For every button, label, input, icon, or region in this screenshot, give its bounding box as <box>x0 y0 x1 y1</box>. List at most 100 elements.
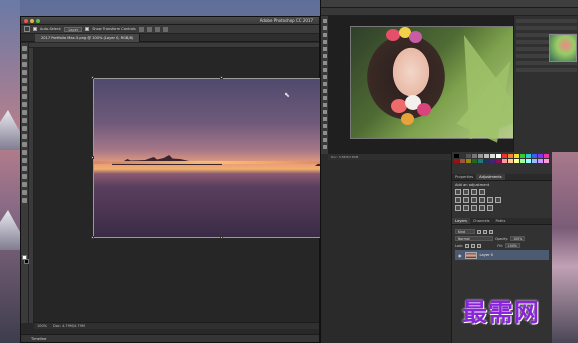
history-brush-tool-icon[interactable] <box>22 118 27 123</box>
color-swatch[interactable] <box>538 154 543 158</box>
portrait-photo[interactable] <box>350 26 520 139</box>
selective-color-icon[interactable] <box>487 205 493 211</box>
move-tool-icon[interactable] <box>24 26 30 32</box>
align-bottom-icon[interactable] <box>154 26 160 32</box>
visibility-eye-icon[interactable]: ◉ <box>458 253 462 258</box>
zoom-tool-icon[interactable] <box>22 198 27 203</box>
color-swatch[interactable] <box>490 159 495 163</box>
show-transform-checkbox[interactable] <box>85 27 90 31</box>
stamp-tool-icon[interactable] <box>22 110 27 115</box>
color-swatch[interactable] <box>472 159 477 163</box>
opacity-value[interactable]: 100% <box>510 236 526 241</box>
auto-select-checkbox[interactable] <box>33 27 37 31</box>
color-swatch[interactable] <box>526 159 531 163</box>
crop-tool-icon[interactable] <box>22 78 27 83</box>
tool-icon[interactable] <box>322 61 327 65</box>
healing-tool-icon[interactable] <box>22 94 27 99</box>
dodge-tool-icon[interactable] <box>22 150 27 155</box>
color-swatch[interactable] <box>544 159 549 163</box>
transform-handle[interactable] <box>220 236 223 239</box>
tab-layers[interactable]: Layers <box>452 218 470 224</box>
zoom-level[interactable]: 100% <box>37 324 47 328</box>
color-swatch[interactable] <box>538 159 543 163</box>
tab-adjustments[interactable]: Adjustments <box>476 174 505 180</box>
color-swatch[interactable] <box>532 159 537 163</box>
tool-icon[interactable] <box>322 47 327 51</box>
minimize-window-button[interactable] <box>30 19 34 23</box>
tool-icon[interactable] <box>322 145 327 149</box>
tool-icon[interactable] <box>322 138 327 142</box>
color-swatch[interactable] <box>514 159 519 163</box>
filter-adjust-icon[interactable] <box>483 229 487 234</box>
close-window-button[interactable] <box>24 19 28 23</box>
tool-icon[interactable] <box>322 40 327 44</box>
color-swatch[interactable] <box>490 154 495 158</box>
color-swatch[interactable] <box>454 154 459 158</box>
color-swatch[interactable] <box>520 154 525 158</box>
align-top-icon[interactable] <box>138 26 144 32</box>
gradient-map-icon[interactable] <box>479 205 485 211</box>
auto-select-dropdown[interactable]: Layer <box>64 26 83 32</box>
color-swatch[interactable] <box>520 159 525 163</box>
color-swatch[interactable] <box>454 159 459 163</box>
hand-tool-icon[interactable] <box>22 190 27 195</box>
lock-pixels-icon[interactable] <box>465 243 470 248</box>
color-swatch[interactable] <box>502 159 507 163</box>
brush-tool-icon[interactable] <box>22 102 27 107</box>
color-swatch[interactable] <box>508 154 513 158</box>
layer-row[interactable]: ◉ Layer 0 <box>455 250 549 260</box>
invert-icon[interactable] <box>455 205 461 211</box>
tool-icon[interactable] <box>322 89 327 93</box>
posterize-icon[interactable] <box>463 205 469 211</box>
color-swatch[interactable] <box>496 154 501 158</box>
tab-channels[interactable]: Channels <box>470 218 493 224</box>
tool-icon[interactable] <box>322 110 327 114</box>
sunset-photo-layer[interactable] <box>93 78 350 238</box>
exposure-icon[interactable] <box>479 189 485 195</box>
zoom-window-button[interactable] <box>36 19 40 23</box>
align-middle-icon[interactable] <box>146 26 152 32</box>
filter-pixel-icon[interactable] <box>477 229 481 234</box>
color-swatch[interactable] <box>514 154 519 158</box>
transform-handle[interactable] <box>91 236 94 239</box>
color-swatch[interactable] <box>544 154 549 158</box>
blur-tool-icon[interactable] <box>22 142 27 147</box>
color-swatch[interactable] <box>460 154 465 158</box>
path-select-tool-icon[interactable] <box>22 174 27 179</box>
photo-filter-icon[interactable] <box>487 197 493 203</box>
color-swatch[interactable] <box>478 154 483 158</box>
pen-tool-icon[interactable] <box>22 158 27 163</box>
color-swatch[interactable] <box>526 154 531 158</box>
curves-icon[interactable] <box>471 189 477 195</box>
threshold-icon[interactable] <box>471 205 477 211</box>
panel-row[interactable] <box>516 19 577 23</box>
color-swatch[interactable] <box>532 154 537 158</box>
color-swatch[interactable] <box>484 154 489 158</box>
marquee-tool-icon[interactable] <box>22 54 27 59</box>
tool-icon[interactable] <box>322 131 327 135</box>
color-swatch[interactable] <box>508 159 513 163</box>
layer-kind-filter[interactable]: Kind <box>455 229 475 234</box>
channel-mixer-icon[interactable] <box>495 197 501 203</box>
color-swatch[interactable] <box>460 159 465 163</box>
tool-icon[interactable] <box>322 75 327 79</box>
color-swatch[interactable] <box>466 159 471 163</box>
navigator-thumbnail[interactable] <box>549 34 577 62</box>
color-balance-icon[interactable] <box>471 197 477 203</box>
color-swatch[interactable] <box>496 159 501 163</box>
tool-icon[interactable] <box>322 103 327 107</box>
tool-icon[interactable] <box>322 117 327 121</box>
color-swatch[interactable] <box>478 159 483 163</box>
tool-icon[interactable] <box>322 19 327 23</box>
tool-icon[interactable] <box>322 68 327 72</box>
lasso-tool-icon[interactable] <box>22 62 27 67</box>
filter-type-icon[interactable] <box>489 229 493 234</box>
color-swatch[interactable] <box>502 154 507 158</box>
tab-paths[interactable]: Paths <box>493 218 509 224</box>
tool-icon[interactable] <box>322 33 327 37</box>
gradient-tool-icon[interactable] <box>22 134 27 139</box>
color-swatch[interactable] <box>484 159 489 163</box>
quick-select-tool-icon[interactable] <box>22 70 27 75</box>
hue-saturation-icon[interactable] <box>463 197 469 203</box>
color-swatch[interactable] <box>466 154 471 158</box>
